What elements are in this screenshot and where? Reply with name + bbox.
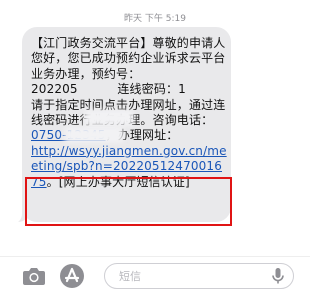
redaction-blur bbox=[84, 110, 134, 126]
message-text-part2: 连线密码：1 bbox=[117, 82, 186, 97]
highlight-box bbox=[25, 177, 232, 226]
message-input-placeholder: 短信 bbox=[119, 270, 141, 283]
app-store-icon[interactable] bbox=[59, 263, 85, 289]
redaction-blur bbox=[64, 127, 124, 143]
message-timestamp: 昨天 下午 5:19 bbox=[124, 14, 186, 24]
camera-icon[interactable] bbox=[22, 266, 46, 286]
microphone-icon[interactable] bbox=[271, 267, 285, 285]
